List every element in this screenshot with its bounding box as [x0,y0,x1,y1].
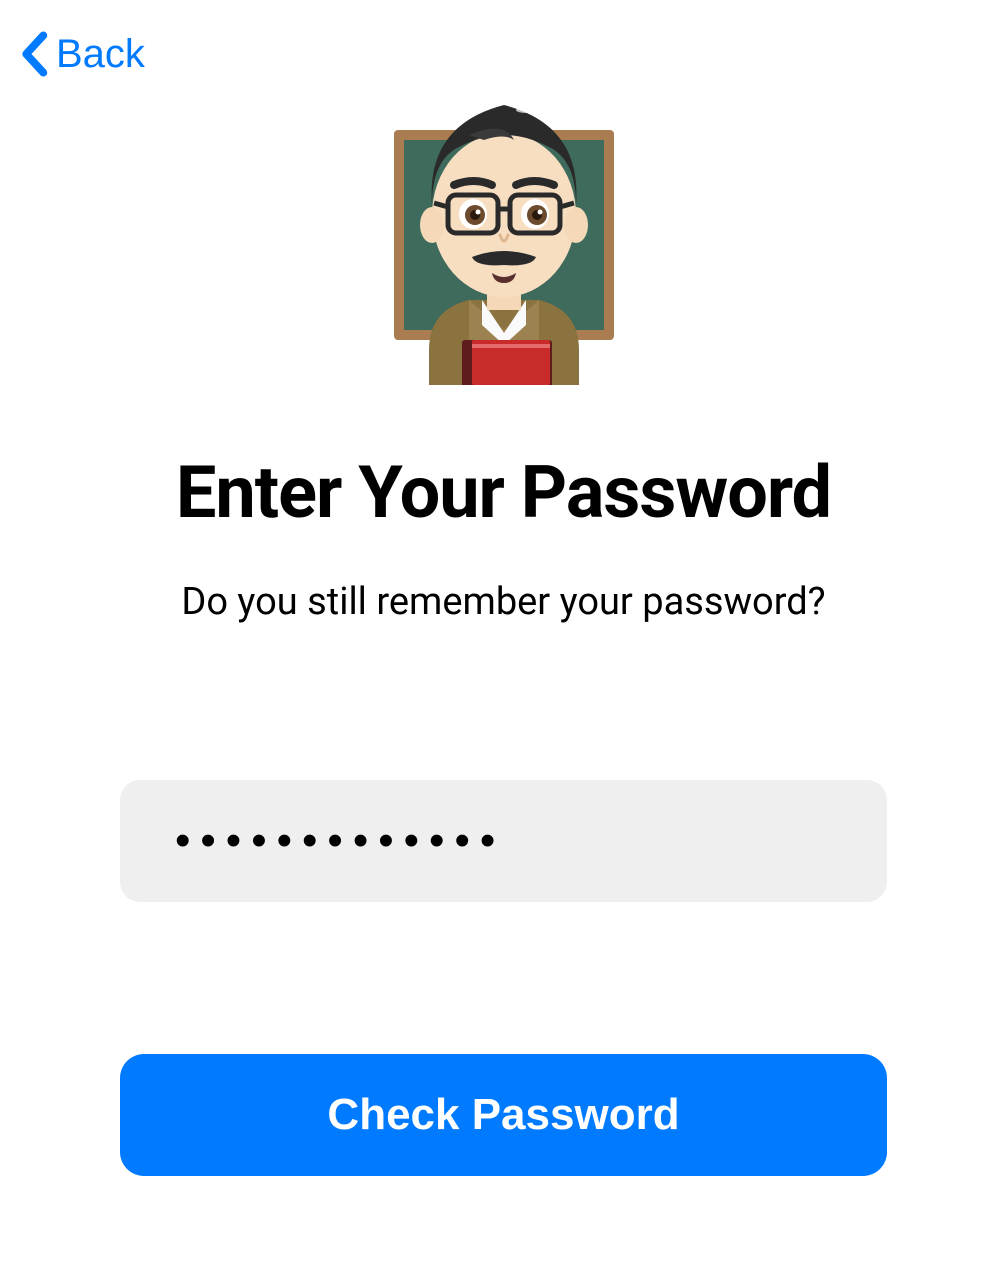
teacher-illustration [354,85,654,385]
check-password-button[interactable]: Check Password [120,1054,887,1176]
chevron-left-icon [20,30,48,78]
password-input[interactable] [120,780,887,902]
page-subtitle: Do you still remember your password? [0,580,1007,624]
back-button[interactable]: Back [20,30,145,78]
page-title: Enter Your Password [0,450,1007,535]
back-label: Back [56,32,145,77]
